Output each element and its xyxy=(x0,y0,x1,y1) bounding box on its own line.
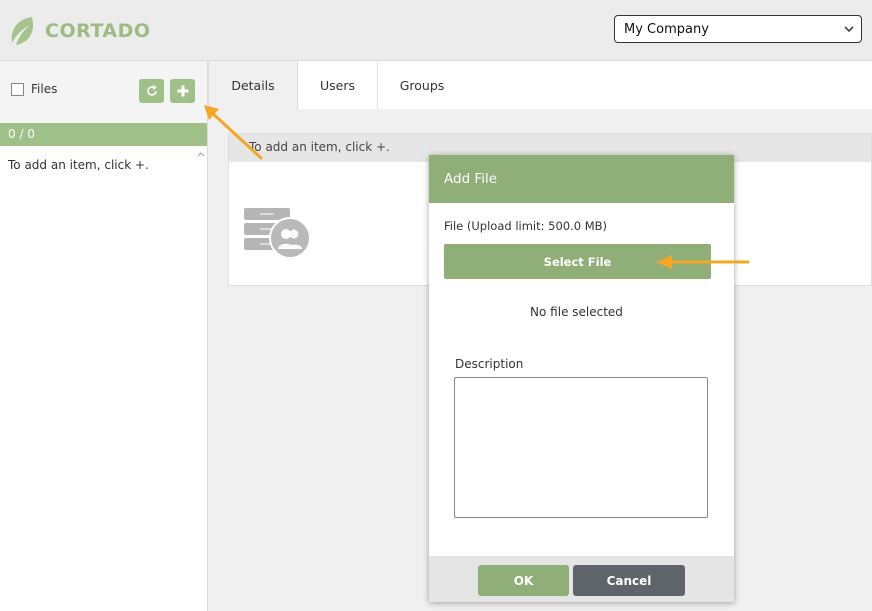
dialog-title: Add File xyxy=(444,171,498,187)
tab-users-label: Users xyxy=(319,77,355,93)
cancel-label: Cancel xyxy=(606,573,652,588)
company-select-value: My Company xyxy=(624,22,709,37)
annotation-arrow-select xyxy=(656,255,750,269)
description-textarea[interactable] xyxy=(454,377,708,518)
select-all-checkbox[interactable] xyxy=(11,83,24,96)
leaf-icon xyxy=(11,17,34,45)
dialog-header: Add File xyxy=(429,155,734,203)
app-header: CORTADO My Company xyxy=(0,0,872,61)
refresh-button[interactable] xyxy=(139,79,164,103)
cortado-logo: CORTADO xyxy=(8,14,151,48)
plus-icon xyxy=(177,85,188,97)
tab-bar: Details Users Groups xyxy=(208,61,872,109)
tab-groups[interactable]: Groups xyxy=(378,61,466,109)
item-count-bar: 0 / 0 xyxy=(0,123,207,146)
refresh-icon xyxy=(146,84,157,96)
tab-groups-label: Groups xyxy=(399,77,445,93)
tab-users[interactable]: Users xyxy=(298,61,378,109)
dialog-footer: OK Cancel xyxy=(429,556,734,602)
select-file-label: Select File xyxy=(543,254,612,269)
add-file-dialog: Add File File (Upload limit: 500.0 MB) S… xyxy=(429,155,734,602)
tab-details-label: Details xyxy=(231,77,275,93)
item-count: 0 / 0 xyxy=(8,127,35,141)
server-users-icon xyxy=(244,208,311,259)
company-select[interactable]: My Company xyxy=(614,15,862,43)
files-sidebar: Files 0 / 0 To add an item, click +. xyxy=(0,61,208,611)
ok-label: OK xyxy=(513,573,534,588)
sidebar-empty-hint: To add an item, click +. xyxy=(8,158,149,172)
details-empty-hint: To add an item, click +. xyxy=(249,140,390,154)
chevron-down-icon xyxy=(844,26,854,33)
no-file-selected-text: No file selected xyxy=(530,305,623,319)
ok-button[interactable]: OK xyxy=(478,565,569,596)
description-label: Description xyxy=(455,357,524,371)
add-file-button[interactable] xyxy=(170,79,195,103)
upload-limit-label: File (Upload limit: 500.0 MB) xyxy=(444,219,608,233)
files-label: Files xyxy=(31,82,58,96)
files-toolbar: Files xyxy=(0,61,207,123)
cancel-button[interactable]: Cancel xyxy=(573,565,685,596)
annotation-arrow-add xyxy=(204,105,263,160)
logo-text: CORTADO xyxy=(45,20,151,42)
